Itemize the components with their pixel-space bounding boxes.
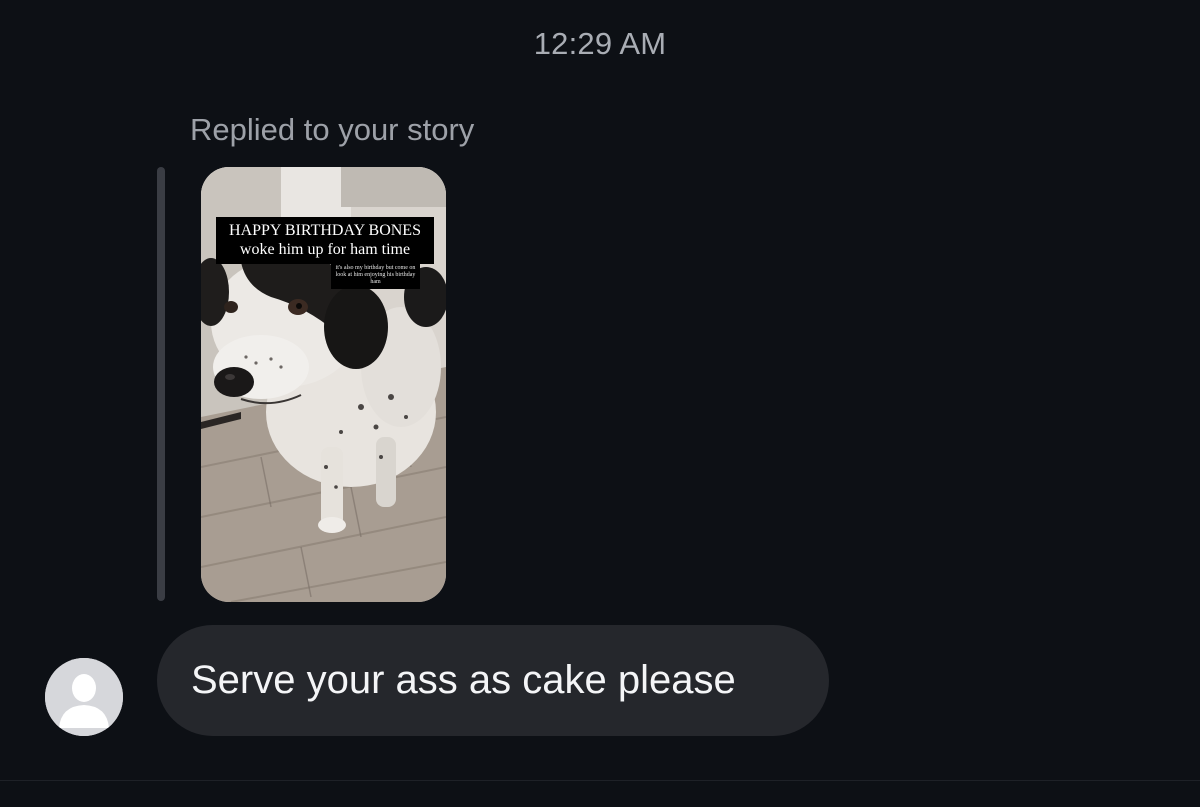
avatar[interactable] <box>45 658 123 736</box>
story-caption-subtitle: woke him up for ham time <box>239 241 411 258</box>
story-reply-label: Replied to your story <box>190 112 475 147</box>
story-caption-title: HAPPY BIRTHDAY BONES <box>229 222 421 239</box>
message-bubble[interactable]: Serve your ass as cake please <box>157 625 829 736</box>
story-caption-small: it's also my birthday but come on look a… <box>331 263 420 289</box>
message-timestamp: 12:29 AM <box>533 26 667 61</box>
story-thumbnail[interactable]: HAPPY BIRTHDAY BONES woke him up for ham… <box>201 167 446 602</box>
default-user-icon <box>45 658 123 736</box>
story-caption: HAPPY BIRTHDAY BONES woke him up for ham… <box>216 217 434 264</box>
reply-indicator-bar <box>157 167 165 601</box>
divider <box>0 780 1200 781</box>
chat-screen: 12:29 AM Replied to your story HAPPY BIR… <box>0 0 1200 807</box>
